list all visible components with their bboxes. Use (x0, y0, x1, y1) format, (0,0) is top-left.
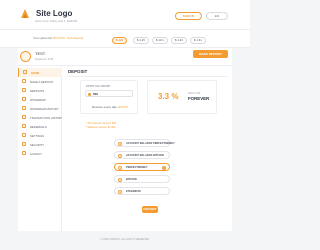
logout-icon (22, 151, 26, 155)
sidebar-item-label: MAKE A DEPOSIT (30, 79, 54, 84)
receive-value: $16.50 (118, 105, 128, 109)
sign-in-button[interactable]: SIGN IN (175, 12, 202, 20)
payment-option-label: BITCOIN (126, 178, 137, 182)
sidebar-item-make-deposit[interactable]: MAKE A DEPOSIT (18, 77, 62, 86)
stat-pill[interactable]: $ 1.15 (133, 37, 149, 44)
stat-pill[interactable]: $ 123 (112, 37, 127, 44)
stats-bar: Your upline link: BITCOIN - New Deposit … (0, 30, 250, 48)
server-time: Server time: Friday, june 1, 2018 PM (35, 20, 78, 23)
deposit-icon (22, 79, 26, 83)
sidebar-item-settings[interactable]: SETTINGS (18, 131, 62, 140)
coin-icon (87, 92, 91, 96)
payment-option[interactable]: ACCOUNT BALANCE BITCOIN (114, 151, 170, 159)
sidebar-item-referrals[interactable]: REFERRALS (18, 122, 62, 131)
main-content: DEPOSIT ENTER THE AMOUNT 500 Receive eve… (62, 66, 232, 231)
user-bar: TEST Registered: 2018 MAKE DEPOSIT (18, 48, 232, 66)
sidebar-item-label: SECURITY (30, 142, 45, 147)
sidebar-item-label: DEPOSITS (30, 88, 45, 93)
payment-option-selected[interactable]: PERFECTMONEY ✓ (114, 163, 170, 171)
deposits-icon (22, 88, 26, 92)
rate-card: 3.3 % DAILY FOR FOREVER (147, 80, 217, 114)
payment-option-label: PERFECTMONEY (126, 166, 148, 170)
referral-text: Your upline link: BITCOIN - New Deposit (33, 36, 83, 40)
radio-icon (118, 190, 122, 194)
amount-card: ENTER THE AMOUNT 500 Receive every day: … (80, 80, 138, 114)
username: TEST (35, 51, 46, 56)
deposit-submit-button[interactable]: DEPOSIT (142, 206, 158, 213)
user-registered: Registered: 2018 (35, 58, 54, 61)
amount-input[interactable]: 500 (85, 90, 133, 97)
sidebar-item-label: LOGOUT (30, 151, 42, 156)
transactions-icon (22, 115, 26, 119)
avatar (20, 51, 31, 62)
sidebar-item-label: REFERRALS (30, 124, 47, 129)
make-deposit-button[interactable]: MAKE DEPOSIT (193, 50, 228, 58)
withdraw-icon (22, 97, 26, 101)
stat-pill[interactable]: $ 1.23 (171, 37, 187, 44)
rate-label: DAILY FOR (188, 92, 201, 95)
payment-option-label: ACCOUNT BALANCE BITCOIN (126, 154, 164, 158)
sidebar-item-label: WITHDRAW HISTORY (30, 106, 59, 111)
radio-icon (118, 142, 122, 146)
divider (68, 76, 228, 77)
sidebar-item-deposits[interactable]: DEPOSITS (18, 86, 62, 95)
check-icon: ✓ (161, 165, 166, 170)
radio-icon (118, 154, 122, 158)
sidebar-item-home[interactable]: HOME (18, 68, 62, 77)
home-icon (23, 70, 27, 74)
deposit-notes: * The minimum amount: $10 * Maximum amou… (86, 122, 116, 131)
stat-pill[interactable]: $ 13.1 (152, 37, 168, 44)
top-bar: Site Logo Server time: Friday, june 1, 2… (0, 0, 250, 30)
sidebar: HOME MAKE A DEPOSIT DEPOSITS WITHDRAW WI… (18, 66, 64, 231)
security-icon (22, 142, 26, 146)
sidebar-item-withdraw-history[interactable]: WITHDRAW HISTORY (18, 104, 62, 113)
history-icon (22, 106, 26, 110)
sidebar-item-label: HOME (31, 70, 40, 75)
sidebar-item-withdraw[interactable]: WITHDRAW (18, 95, 62, 104)
payment-option[interactable]: BITCOIN (114, 175, 170, 183)
footer-copyright: © 2018 COMPANY. ALL RIGHTS RESERVED. (100, 238, 150, 241)
sidebar-item-transaction-history[interactable]: TRANSACTION HISTORY (18, 113, 64, 122)
language-button[interactable]: EN (206, 12, 228, 20)
sidebar-item-label: WITHDRAW (30, 97, 46, 102)
settings-icon (22, 133, 26, 137)
radio-icon (118, 166, 122, 170)
receive-label: Receive every day: (92, 105, 119, 109)
payment-option[interactable]: ETHEREUM (114, 187, 170, 195)
referrals-icon (22, 124, 26, 128)
amount-value: 500 (93, 92, 99, 97)
payment-option[interactable]: ACCOUNT BALANCE PERFECTMONEY (114, 139, 175, 147)
payment-option-label: ETHEREUM (126, 190, 141, 194)
referral-label: Your upline link: (33, 36, 54, 40)
amount-label: ENTER THE AMOUNT (86, 85, 111, 88)
rate-value: 3.3 % (158, 92, 179, 101)
page-title: DEPOSIT (68, 69, 88, 74)
radio-icon (118, 178, 122, 182)
rate-period: FOREVER (188, 96, 210, 101)
site-logo-text[interactable]: Site Logo (36, 9, 72, 18)
sidebar-item-logout[interactable]: LOGOUT (18, 149, 62, 158)
note-max: * Maximum amount: $1 000 (86, 126, 116, 130)
receive-text: Receive every day: $16.50 (92, 105, 128, 109)
sidebar-item-label: SETTINGS (30, 133, 44, 138)
payment-option-label: ACCOUNT BALANCE PERFECTMONEY (126, 142, 175, 146)
sidebar-item-label: TRANSACTION HISTORY (30, 115, 64, 120)
sidebar-item-security[interactable]: SECURITY (18, 140, 62, 149)
stat-pill[interactable]: $ 1.31 (190, 37, 206, 44)
referral-link[interactable]: BITCOIN - New Deposit (53, 36, 83, 40)
